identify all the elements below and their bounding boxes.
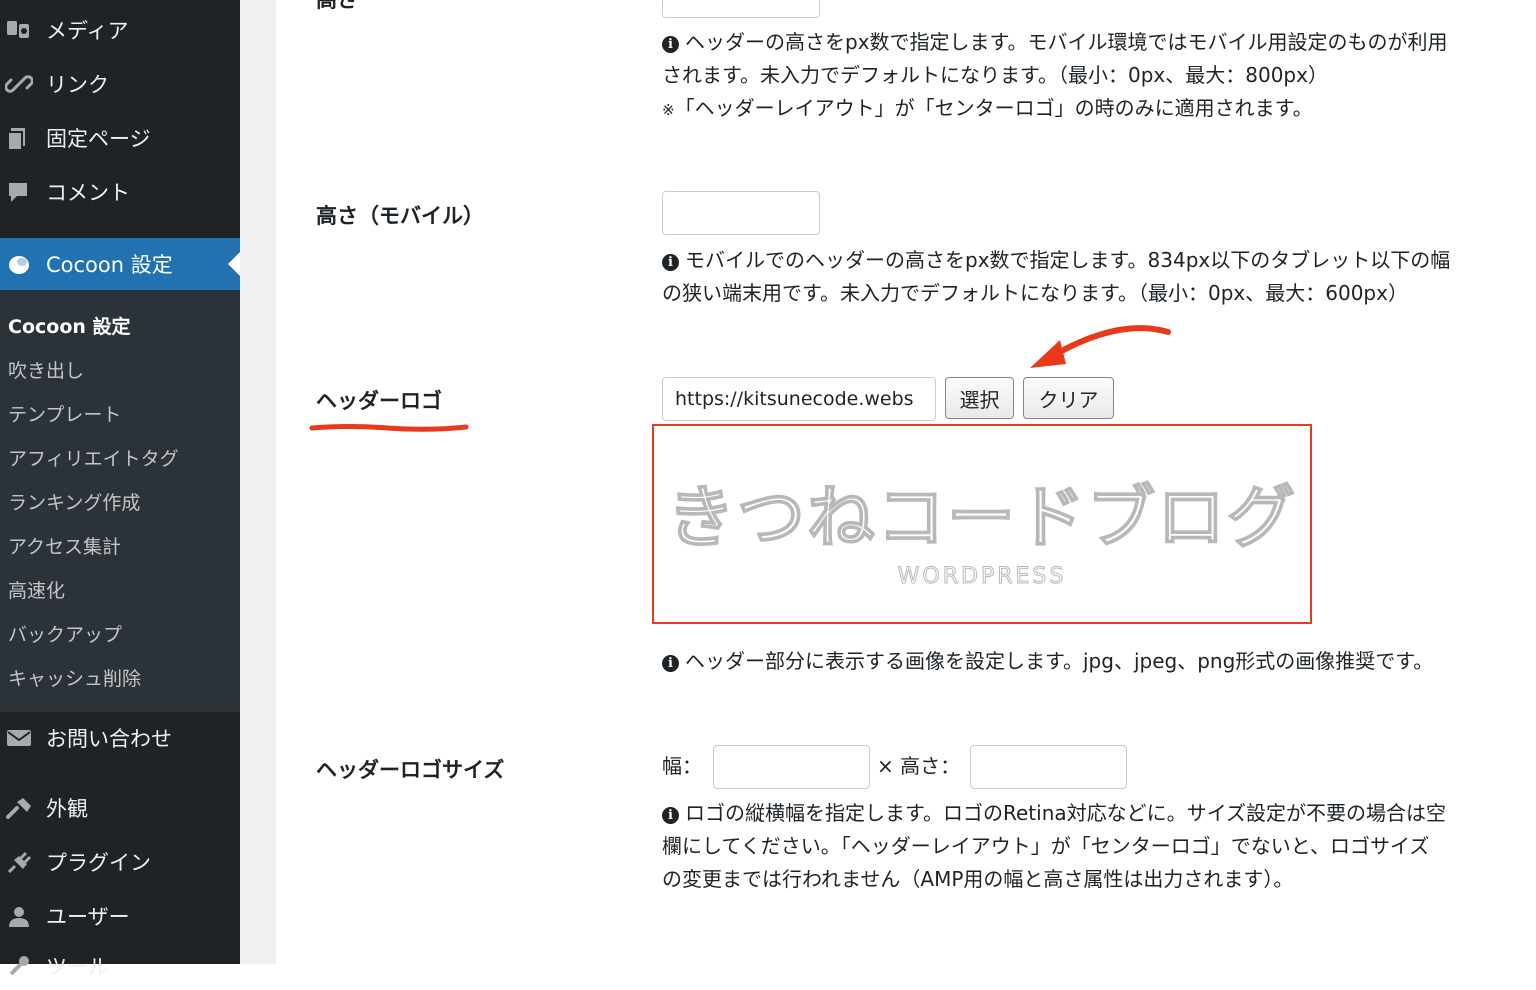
height-description: i ヘッダーの高さをpx数で指定します。モバイル環境ではモバイル用設定のものが利用… (662, 30, 1448, 120)
logo-height-input[interactable] (970, 745, 1127, 789)
pages-icon (4, 126, 34, 150)
mail-icon (4, 726, 34, 750)
sidebar-item-plugins[interactable]: プラグイン (0, 838, 240, 886)
sidebar-gap (240, 0, 276, 964)
arrow-annotation (1030, 325, 1171, 368)
logo-preview-subtitle: WORDPRESS (897, 564, 1067, 590)
submenu-item-speed-up[interactable]: 高速化 (8, 576, 65, 603)
field-label-height: 高さ (316, 0, 358, 12)
cocoon-submenu: Cocoon 設定 吹き出し テンプレート アフィリエイトタグ ランキング作成 … (0, 290, 240, 712)
sidebar-item-tools[interactable]: ツール (0, 942, 240, 990)
logo-size-description: i ロゴの縦横幅を指定します。ロゴのRetina対応などに。サイズ設定が不要の場合… (662, 801, 1447, 891)
field-label-mobile-height: 高さ（モバイル） (316, 204, 484, 228)
sidebar-item-label: 固定ページ (46, 127, 151, 151)
plugin-icon (4, 850, 34, 874)
sidebar-item-label: コメント (46, 181, 130, 205)
sidebar-item-users[interactable]: ユーザー (0, 892, 240, 940)
label-underline-annotation (309, 424, 469, 432)
sidebar-item-appearance[interactable]: 外観 (0, 784, 240, 832)
field-label-header-logo: ヘッダーロゴ (316, 389, 442, 413)
info-icon: i (662, 254, 679, 271)
active-indicator (228, 252, 240, 276)
user-icon (4, 904, 34, 928)
submenu-item-cocoon-settings[interactable]: Cocoon 設定 (8, 312, 131, 339)
mobile-height-description: i モバイルでのヘッダーの高さをpx数で指定します。834px以下のタブレット以下… (662, 248, 1451, 305)
mobile-height-input[interactable] (662, 191, 820, 235)
submenu-item-template[interactable]: テンプレート (8, 400, 121, 427)
sidebar-item-media[interactable]: メディア (0, 6, 240, 54)
logo-width-label: 幅： (662, 754, 702, 778)
info-icon: i (662, 807, 679, 824)
submenu-item-affiliate-tag[interactable]: アフィリエイトタグ (8, 444, 179, 471)
submenu-item-access-count[interactable]: アクセス集計 (8, 532, 121, 559)
header-logo-description: i ヘッダー部分に表示する画像を設定します。jpg、jpeg、png形式の画像推奨… (662, 645, 1528, 678)
logo-preview-frame: きつねコードブログ WORDPRESS (652, 424, 1312, 624)
cocoon-icon (4, 252, 34, 276)
sidebar-item-label: リンク (46, 73, 109, 97)
field-label-logo-size: ヘッダーロゴサイズ (316, 758, 505, 782)
sidebar-item-links[interactable]: リンク (0, 60, 240, 108)
select-logo-button[interactable]: 選択 (945, 377, 1014, 419)
submenu-item-backup[interactable]: バックアップ (8, 620, 122, 647)
appearance-icon (4, 796, 34, 820)
submenu-item-ranking[interactable]: ランキング作成 (8, 488, 140, 515)
logo-width-input[interactable] (713, 745, 870, 789)
logo-preview-title: きつねコードブログ (666, 478, 1297, 559)
sidebar-item-comments[interactable]: コメント (0, 168, 240, 216)
tools-icon (4, 954, 34, 978)
height-input[interactable] (662, 0, 820, 18)
sidebar-item-label: ツール (46, 955, 109, 979)
logo-height-label: × 高さ： (877, 754, 961, 778)
admin-sidebar: メディア リンク 固定ページ コメント Cocoon 設定 Cocoon 設定 … (0, 0, 240, 979)
sidebar-item-label: ユーザー (46, 905, 130, 929)
header-logo-url-input[interactable] (662, 377, 936, 421)
sidebar-item-label: お問い合わせ (46, 727, 172, 751)
sidebar-item-cocoon-settings[interactable]: Cocoon 設定 (0, 238, 240, 290)
sidebar-item-contact[interactable]: お問い合わせ (0, 714, 240, 762)
link-icon (4, 72, 34, 96)
info-icon: i (662, 655, 679, 672)
submenu-item-cache-delete[interactable]: キャッシュ削除 (8, 664, 141, 691)
info-icon: i (662, 36, 679, 53)
sidebar-item-label: メディア (46, 19, 129, 43)
comment-icon (4, 180, 34, 204)
sidebar-item-label: Cocoon 設定 (46, 253, 173, 277)
media-icon (4, 18, 34, 42)
submenu-item-balloon[interactable]: 吹き出し (8, 356, 84, 383)
sidebar-item-label: 外観 (46, 797, 88, 821)
sidebar-item-pages[interactable]: 固定ページ (0, 114, 240, 162)
sidebar-item-label: プラグイン (46, 851, 151, 875)
